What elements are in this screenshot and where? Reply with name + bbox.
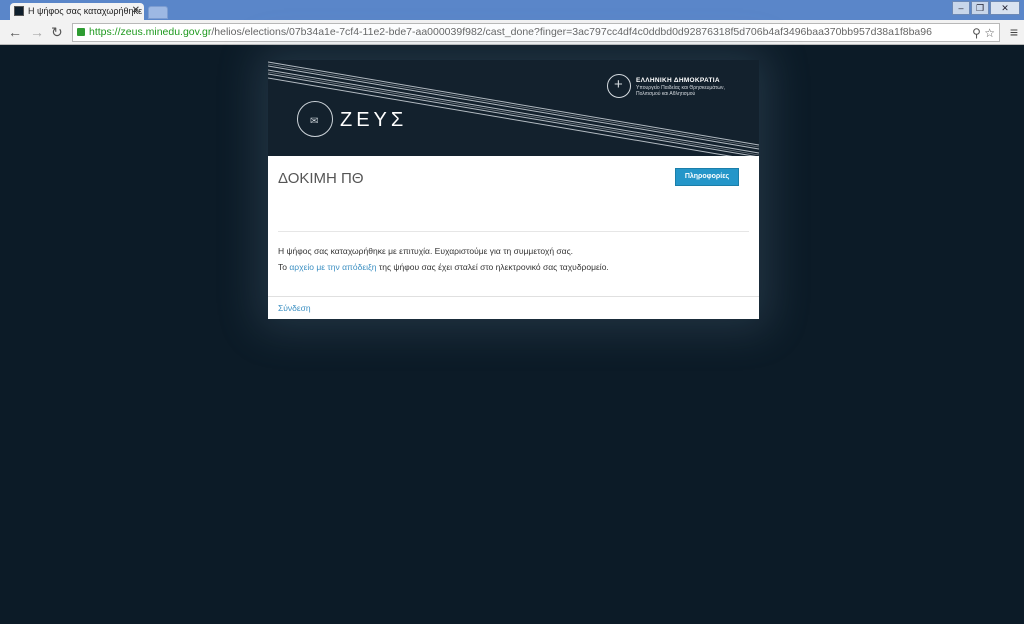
page-title: ΔΟΚΙΜΗ ΠΘ [278, 170, 364, 187]
address-bar[interactable]: https://zeus.minedu.gov.gr/helios/electi… [72, 23, 1000, 42]
maximize-icon[interactable]: ❐ [971, 1, 989, 15]
receipt-link[interactable]: αρχείο με την απόδειξη [289, 262, 376, 272]
minimize-icon[interactable]: – [952, 1, 970, 15]
url-scheme: https:// [89, 26, 121, 38]
greek-emblem-icon [607, 74, 631, 98]
header-banner: ✉ ΖΕΥΣ ΕΛΛΗΝΙΚΗ ΔΗΜΟΚΡΑΤΙΑ Υπουργείο Παι… [268, 60, 759, 156]
forward-arrow-icon[interactable]: → [30, 24, 44, 40]
receipt-prefix: Το [278, 262, 290, 272]
window-titlebar: Η ψήφος σας καταχωρήθηκε ✕ – ❐ ✕ [0, 0, 1024, 20]
back-arrow-icon[interactable]: ← [8, 24, 22, 40]
search-icon[interactable]: ⚲ [972, 26, 981, 40]
banner-stripes [268, 61, 759, 156]
zeus-logo-seal: ✉ [297, 101, 333, 137]
reload-icon[interactable]: ↻ [51, 24, 63, 41]
lock-icon [77, 28, 85, 36]
browser-toolbar: ← → ↻ https://zeus.minedu.gov.gr/helios/… [0, 20, 1024, 45]
receipt-message: Το αρχείο με την απόδειξη της ψήφου σας … [278, 262, 609, 272]
menu-icon[interactable]: ≡ [1010, 24, 1018, 40]
card-footer: Σύνδεση [268, 296, 759, 319]
ministry-subtitle: Υπουργείο Παιδείας και Θρησκευμάτων, Πολ… [636, 85, 725, 97]
info-button[interactable]: Πληροφορίες [675, 168, 739, 186]
government-title: ΕΛΛΗΝΙΚΗ ΔΗΜΟΚΡΑΤΙΑ [636, 77, 720, 84]
main-card: ✉ ΖΕΥΣ ΕΛΛΗΝΙΚΗ ΔΗΜΟΚΡΑΤΙΑ Υπουργείο Παι… [268, 60, 759, 319]
login-link[interactable]: Σύνδεση [278, 303, 311, 313]
divider [278, 231, 749, 232]
tab-title: Η ψήφος σας καταχωρήθηκε [28, 6, 143, 16]
window-controls: – ❐ ✕ [952, 1, 1020, 15]
close-window-icon[interactable]: ✕ [990, 1, 1020, 15]
favicon-icon [14, 6, 24, 16]
url-host: zeus.minedu.gov.gr [120, 26, 212, 38]
receipt-suffix: της ψήφου σας έχει σταλεί στο ηλεκτρονικ… [376, 262, 609, 272]
app-name: ΖΕΥΣ [340, 109, 408, 131]
bookmark-star-icon[interactable]: ☆ [984, 26, 995, 40]
envelope-icon: ✉ [310, 116, 319, 127]
success-message: Η ψήφος σας καταχωρήθηκε με επιτυχία. Ευ… [278, 246, 574, 256]
new-tab-button[interactable] [148, 6, 168, 19]
url-path: /helios/elections/07b34a1e-7cf4-11e2-bde… [211, 26, 932, 38]
browser-tab[interactable]: Η ψήφος σας καταχωρήθηκε ✕ [10, 3, 144, 20]
tab-close-icon[interactable]: ✕ [132, 5, 140, 16]
